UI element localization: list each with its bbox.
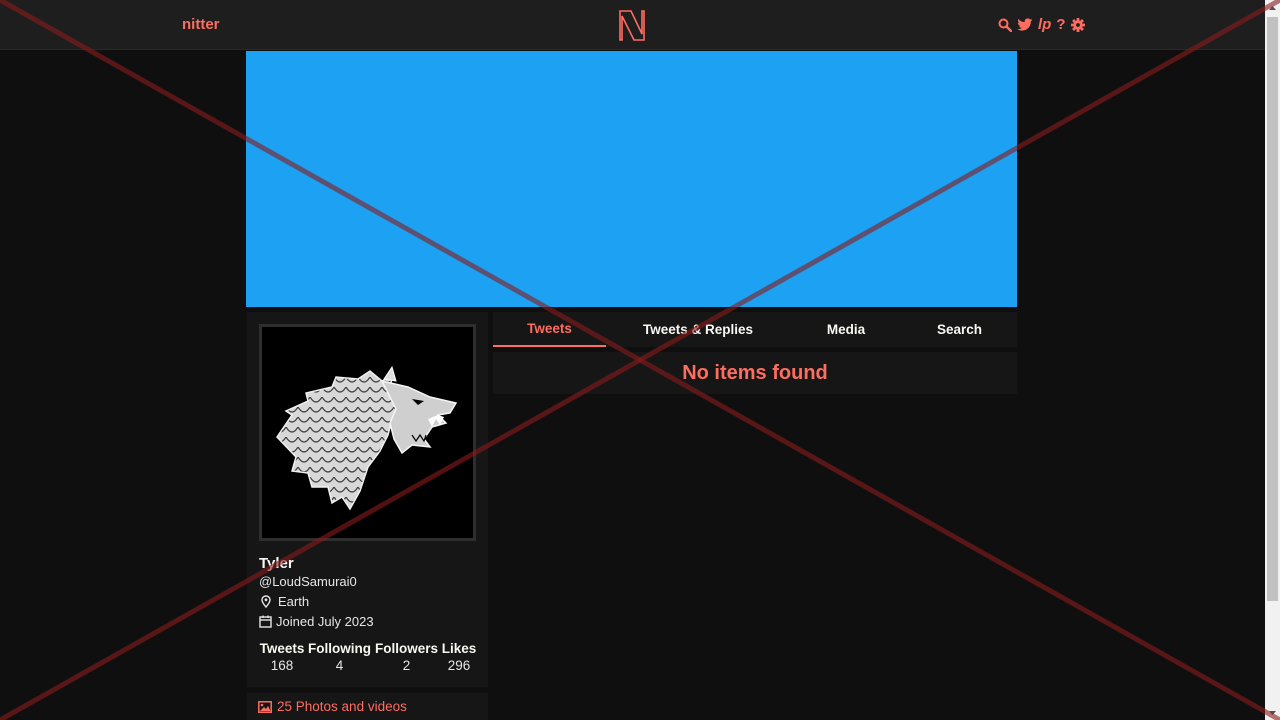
scroll-up-arrow-icon[interactable]: [1265, 0, 1280, 15]
nitter-logo-icon[interactable]: [617, 8, 647, 42]
help-icon[interactable]: ?: [1056, 16, 1065, 34]
profile-stats: Tweets 168 Following 4 Followers 2 Likes…: [258, 641, 480, 676]
tab-tweets-and-replies[interactable]: Tweets & Replies: [606, 312, 790, 347]
stat-tweets[interactable]: Tweets 168: [258, 641, 306, 676]
gear-icon[interactable]: [1070, 16, 1085, 34]
stat-value: 2: [402, 658, 411, 673]
scrollbar-thumb[interactable]: [1267, 17, 1278, 601]
tab-tweets[interactable]: Tweets: [493, 312, 606, 347]
nav-icon-group: lp ?: [998, 16, 1085, 34]
profile-fullname[interactable]: Tyler: [259, 555, 294, 572]
profile-banner[interactable]: [246, 51, 1017, 307]
stat-value: 296: [447, 658, 471, 673]
stat-following[interactable]: Following 4: [306, 641, 373, 676]
profile-joined-text: Joined July 2023: [276, 614, 374, 629]
stat-label: Tweets: [259, 641, 305, 656]
profile-location: Earth: [259, 594, 309, 609]
stat-likes[interactable]: Likes 296: [440, 641, 478, 676]
nitter-home-link[interactable]: nitter: [182, 16, 220, 33]
stat-value: 168: [270, 658, 294, 673]
stat-label: Likes: [441, 641, 477, 656]
direwolf-sigil-icon: [262, 327, 473, 538]
empty-timeline-message: No items found: [493, 352, 1017, 394]
stat-value: 4: [335, 658, 344, 673]
search-icon[interactable]: [998, 16, 1012, 34]
profile-location-text: Earth: [278, 594, 310, 609]
calendar-icon: [259, 615, 272, 628]
photos-label: 25 Photos and videos: [277, 699, 407, 714]
stat-followers[interactable]: Followers 2: [373, 641, 440, 676]
profile-joined: Joined July 2023: [259, 614, 374, 629]
scroll-down-arrow-icon[interactable]: [1265, 705, 1280, 720]
image-icon: [258, 700, 272, 713]
map-pin-icon: [261, 595, 271, 608]
profile-avatar[interactable]: [259, 324, 476, 541]
photos-and-videos-link[interactable]: 25 Photos and videos: [247, 693, 488, 720]
vertical-scrollbar[interactable]: [1265, 0, 1280, 720]
stat-label: Followers: [374, 641, 438, 656]
timeline-tabs: Tweets Tweets & Replies Media Search: [493, 312, 1017, 347]
stat-label: Following: [308, 641, 371, 656]
bird-icon[interactable]: [1017, 16, 1033, 34]
top-navbar: nitter lp ?: [0, 0, 1265, 50]
tab-media[interactable]: Media: [790, 312, 902, 347]
tab-search[interactable]: Search: [902, 312, 1017, 347]
rss-icon[interactable]: lp: [1038, 16, 1051, 34]
profile-username[interactable]: @LoudSamurai0: [259, 574, 357, 589]
